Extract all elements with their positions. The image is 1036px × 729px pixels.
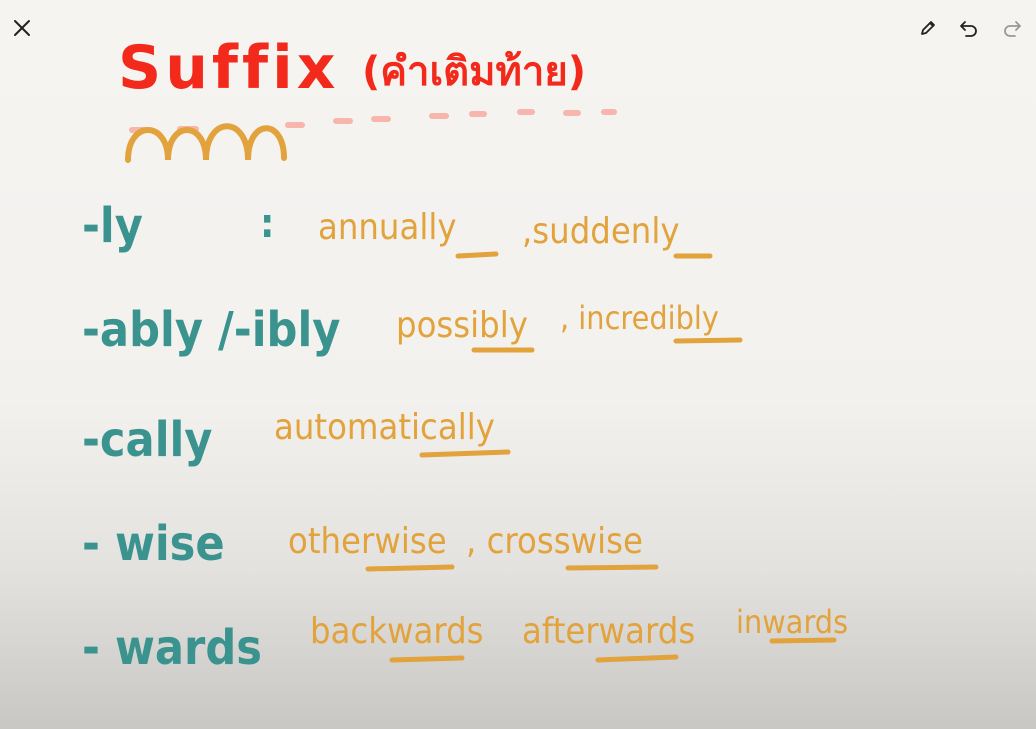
pencil-button[interactable] <box>914 14 942 42</box>
underline-incredibly <box>673 337 743 344</box>
undo-button[interactable] <box>955 14 983 42</box>
example-crosswise: , crosswise <box>466 521 643 562</box>
title-dashed-underline <box>129 109 617 133</box>
underline-automatically <box>419 449 511 458</box>
underline-otherwise <box>365 564 455 572</box>
redo-button[interactable] <box>998 14 1026 42</box>
underline-afterwards <box>595 654 679 663</box>
example-automatically: automatically <box>274 407 495 448</box>
example-inwards: inwards <box>736 603 849 641</box>
suffix-ably-ibly: -ably /-ibly <box>82 302 341 358</box>
undo-icon <box>960 21 977 37</box>
example-backwards: backwards <box>310 611 484 652</box>
underline-annually <box>455 251 499 259</box>
example-possibly: possibly <box>396 305 528 346</box>
suffix-wards: - wards <box>82 620 262 676</box>
example-suddenly: ,suddenly <box>522 211 680 252</box>
board-subtitle: (คำเติมท้าย) <box>362 49 587 95</box>
close-icon <box>14 20 30 36</box>
title-wavy-underline <box>125 123 287 163</box>
example-afterwards: afterwards <box>522 611 696 652</box>
board-title: Suffix <box>118 33 340 103</box>
example-otherwise: otherwise <box>288 521 447 562</box>
underline-backwards <box>389 655 465 663</box>
suffix-cally: -cally <box>82 412 213 468</box>
example-annually: annually <box>318 207 457 248</box>
underline-crosswise <box>565 564 659 571</box>
suffix-ly: -ly <box>82 198 143 254</box>
pencil-icon <box>921 21 935 35</box>
separator-colon: : <box>260 201 275 247</box>
suffix-wise: - wise <box>82 516 225 572</box>
example-incredibly: , incredibly <box>560 299 719 337</box>
close-button[interactable] <box>8 14 36 42</box>
redo-icon <box>1004 21 1021 37</box>
